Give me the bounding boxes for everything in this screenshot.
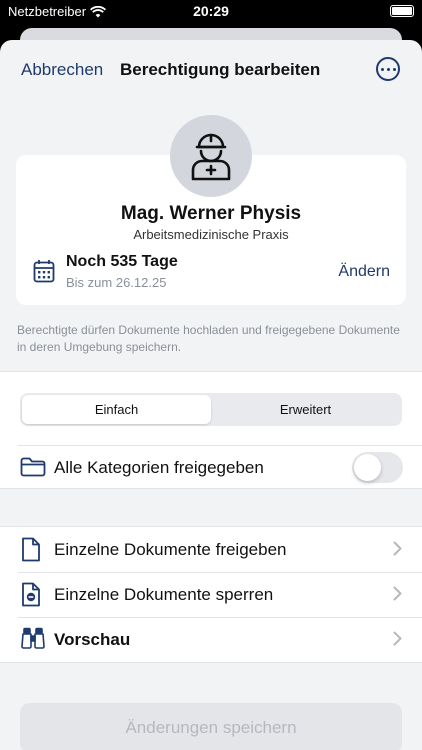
- permission-mode-section: Einfach Erweitert Alle Kategorien freige…: [0, 371, 422, 489]
- page-title: Berechtigung bearbeiten: [120, 60, 321, 79]
- document-icon: [22, 537, 40, 562]
- permission-note: Berechtigte dürfen Dokumente hochladen u…: [17, 323, 400, 354]
- chevron-right-icon: [393, 541, 402, 556]
- change-validity-button[interactable]: Ändern: [338, 263, 390, 281]
- chevron-right-icon: [393, 631, 402, 646]
- contact-subtitle: Arbeitsmedizinische Praxis: [133, 227, 289, 242]
- edit-permission-sheet: Abbrechen Berechtigung bearbeiten Mag. W…: [0, 40, 422, 750]
- navigation-bar: Abbrechen Berechtigung bearbeiten: [0, 40, 422, 100]
- document-actions-list: Einzelne Dokumente freigeben Einzelne Do…: [0, 526, 422, 663]
- list-item-block-documents[interactable]: Einzelne Dokumente sperren: [0, 572, 422, 617]
- chevron-right-icon: [393, 586, 402, 601]
- valid-until: Bis zum 26.12.25: [66, 275, 167, 290]
- document-blocked-icon: [22, 582, 40, 607]
- all-categories-row: Alle Kategorien freigegeben: [0, 445, 422, 490]
- mode-segmented-control: Einfach Erweitert: [20, 393, 402, 426]
- segment-simple[interactable]: Einfach: [22, 395, 211, 424]
- segment-advanced[interactable]: Erweitert: [211, 395, 400, 424]
- list-item-label: Einzelne Dokumente sperren: [54, 585, 274, 604]
- status-time: 20:29: [193, 3, 229, 19]
- battery-icon: [390, 5, 414, 17]
- save-changes-button[interactable]: Änderungen speichern: [20, 703, 402, 750]
- list-item-label: Vorschau: [54, 630, 131, 649]
- calendar-icon: [33, 260, 55, 283]
- list-item-share-documents[interactable]: Einzelne Dokumente freigeben: [0, 527, 422, 572]
- doctor-avatar: [170, 115, 252, 197]
- contact-name: Mag. Werner Physis: [120, 203, 302, 224]
- all-categories-label: Alle Kategorien freigegeben: [54, 458, 264, 477]
- toggle-knob: [354, 454, 381, 481]
- cancel-button[interactable]: Abbrechen: [21, 60, 103, 80]
- list-item-label: Einzelne Dokumente freigeben: [54, 540, 287, 559]
- more-options-icon[interactable]: [376, 57, 400, 81]
- doctor-icon: [191, 133, 231, 181]
- list-item-preview[interactable]: Vorschau: [0, 617, 422, 662]
- folder-icon: [20, 457, 46, 477]
- binoculars-icon: [21, 627, 45, 649]
- all-categories-toggle[interactable]: [352, 452, 403, 483]
- status-bar: Netzbetreiber 20:29: [0, 0, 422, 24]
- remaining-days: Noch 535 Tage: [66, 253, 178, 270]
